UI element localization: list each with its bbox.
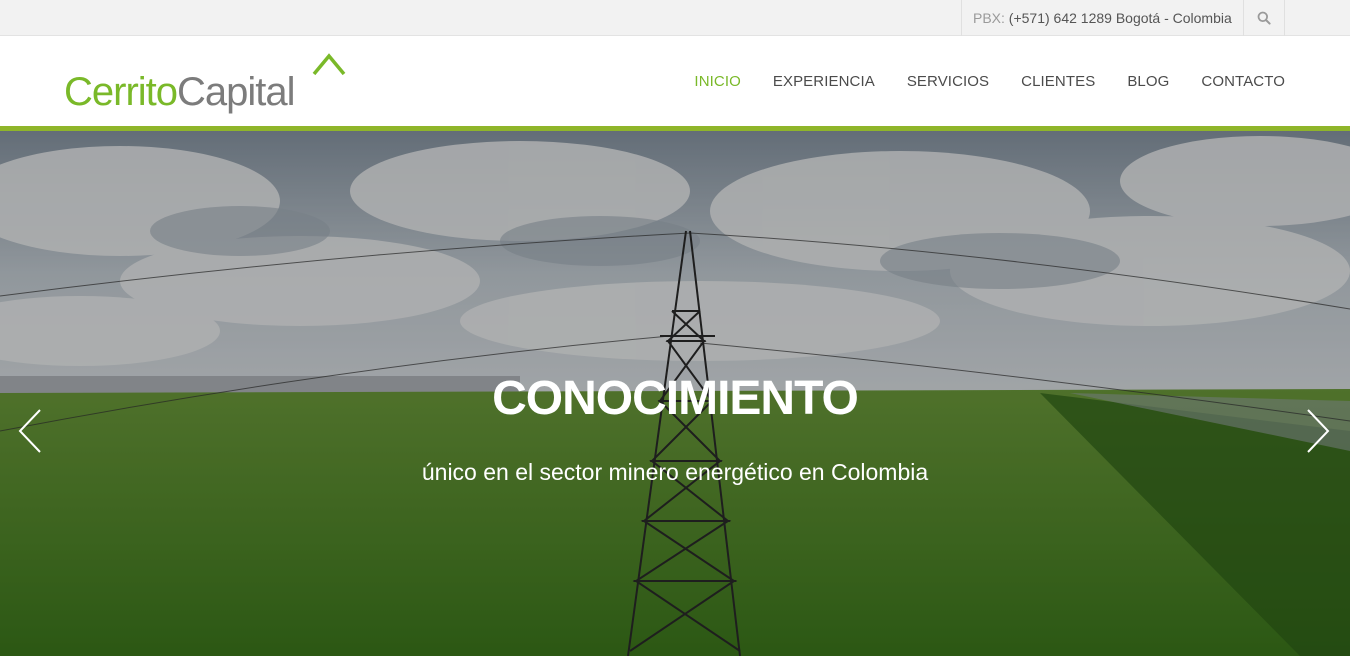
nav-item-clientes[interactable]: CLIENTES <box>1021 73 1095 90</box>
slider-next-button[interactable] <box>1303 407 1333 455</box>
nav-item-contacto[interactable]: CONTACTO <box>1201 73 1285 90</box>
search-button[interactable] <box>1243 0 1285 36</box>
chevron-right-icon <box>1307 409 1330 453</box>
hero-subtitle: único en el sector minero energético en … <box>421 459 929 485</box>
search-icon <box>1257 11 1271 25</box>
logo-text-cerrito: Cerrito <box>64 70 178 114</box>
phone-value: (+571) 642 1289 Bogotá - Colombia <box>1008 10 1232 26</box>
main-nav: INICIO EXPERIENCIA SERVICIOS CLIENTES BL… <box>662 36 1285 126</box>
caret-up-icon <box>312 53 346 76</box>
logo[interactable]: CerritoCapital <box>64 50 354 120</box>
top-bar: PBX: (+571) 642 1289 Bogotá - Colombia <box>0 0 1350 36</box>
site-header: CerritoCapital INICIO EXPERIENCIA SERVIC… <box>0 36 1350 126</box>
logo-text: CerritoCapital <box>64 70 296 114</box>
slider-prev-button[interactable] <box>15 407 45 455</box>
nav-item-experiencia[interactable]: EXPERIENCIA <box>773 73 875 90</box>
phone-label: PBX: <box>973 10 1005 26</box>
hero-slider: CONOCIMIENTO único en el sector minero e… <box>0 131 1350 656</box>
contact-info: PBX: (+571) 642 1289 Bogotá - Colombia <box>961 0 1243 36</box>
hero-title: CONOCIMIENTO <box>492 372 859 425</box>
nav-item-inicio[interactable]: INICIO <box>694 73 740 90</box>
logo-text-capital: Capital <box>177 70 296 114</box>
chevron-left-icon <box>18 409 41 453</box>
nav-item-servicios[interactable]: SERVICIOS <box>907 73 989 90</box>
nav-item-blog[interactable]: BLOG <box>1127 73 1169 90</box>
